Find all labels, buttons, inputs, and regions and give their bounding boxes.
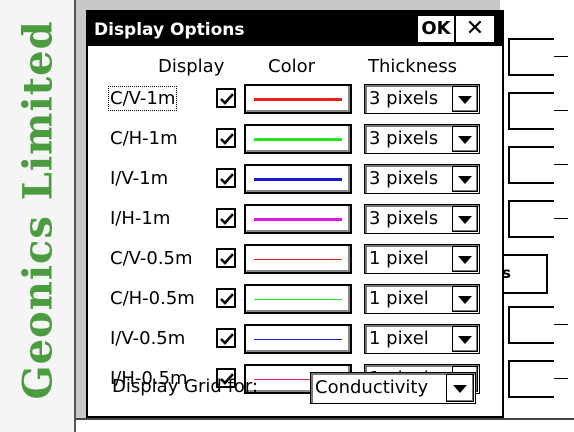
color-swatch-button[interactable]	[244, 124, 352, 154]
chevron-down-icon[interactable]	[452, 286, 478, 312]
channel-label: C/V-0.5m	[110, 248, 193, 269]
channel-row: I/V-1m 3 pixels	[88, 164, 502, 200]
thickness-select[interactable]: 3 pixels	[364, 204, 480, 234]
display-checkbox[interactable]	[216, 248, 236, 268]
thickness-select[interactable]: 1 pixel	[364, 284, 480, 314]
thickness-select[interactable]: 3 pixels	[364, 124, 480, 154]
color-line-preview	[254, 339, 342, 340]
channel-label: C/V-1m	[107, 86, 178, 111]
color-line-preview	[254, 138, 342, 141]
checkmark-icon	[220, 133, 234, 145]
thickness-value: 3 pixels	[369, 88, 439, 109]
display-checkbox[interactable]	[216, 128, 236, 148]
checkmark-icon	[220, 213, 234, 225]
close-icon[interactable]: ✕	[456, 16, 494, 42]
chevron-down-icon[interactable]	[446, 374, 474, 402]
color-swatch-button[interactable]	[244, 324, 352, 354]
color-line-preview	[254, 98, 342, 101]
checkmark-icon	[220, 293, 234, 305]
thickness-value: 3 pixels	[369, 168, 439, 189]
color-swatch-button[interactable]	[244, 244, 352, 274]
brand-logo-text: Geonics Limited	[14, 20, 62, 400]
display-grid-label: Display Grid for:	[112, 376, 259, 397]
channel-row: C/H-1m 3 pixels	[88, 124, 502, 160]
display-grid-value: Conductivity	[315, 377, 429, 398]
channel-label: I/V-1m	[110, 168, 169, 189]
background-button[interactable]	[508, 146, 568, 184]
display-checkbox[interactable]	[216, 88, 236, 108]
display-checkbox[interactable]	[216, 168, 236, 188]
color-swatch-button[interactable]	[244, 204, 352, 234]
chevron-down-icon[interactable]	[452, 326, 478, 352]
display-checkbox[interactable]	[216, 288, 236, 308]
channel-label: I/H-1m	[110, 208, 171, 229]
display-options-dialog: Display Options OK ✕ Display Color Thick…	[86, 10, 504, 418]
color-line-preview	[254, 178, 342, 181]
dialog-title: Display Options	[94, 20, 245, 40]
channel-row: C/H-0.5m 1 pixel	[88, 284, 502, 320]
color-line-preview	[254, 218, 342, 221]
chevron-down-icon[interactable]	[452, 246, 478, 272]
color-line-preview	[254, 259, 342, 260]
display-checkbox[interactable]	[216, 208, 236, 228]
thickness-value: 1 pixel	[369, 328, 429, 349]
channel-row: C/V-1m 3 pixels	[88, 84, 502, 120]
background-button[interactable]	[508, 38, 568, 76]
column-header-display: Display	[158, 56, 225, 77]
color-line-preview	[254, 299, 342, 300]
thickness-value: 1 pixel	[369, 288, 429, 309]
thickness-value: 3 pixels	[369, 128, 439, 149]
channel-row: I/H-1m 3 pixels	[88, 204, 502, 240]
ok-button[interactable]: OK	[418, 16, 454, 42]
chevron-down-icon[interactable]	[452, 126, 478, 152]
thickness-select[interactable]: 3 pixels	[364, 84, 480, 114]
thickness-value: 1 pixel	[369, 248, 429, 269]
display-grid-select[interactable]: Conductivity	[310, 372, 476, 404]
background-button[interactable]	[508, 200, 568, 238]
channel-label: I/V-0.5m	[110, 328, 186, 349]
checkmark-icon	[220, 173, 234, 185]
thickness-value: 3 pixels	[369, 208, 439, 229]
chevron-down-icon[interactable]	[452, 206, 478, 232]
checkmark-icon	[220, 333, 234, 345]
column-header-color: Color	[268, 56, 315, 77]
thickness-select[interactable]: 1 pixel	[364, 244, 480, 274]
background-button-partial[interactable]: s	[500, 254, 548, 294]
thickness-select[interactable]: 1 pixel	[364, 324, 480, 354]
channel-label: C/H-0.5m	[110, 288, 195, 309]
checkmark-icon	[220, 93, 234, 105]
brand-strip: Geonics Limited	[0, 0, 76, 432]
channel-row: I/V-0.5m 1 pixel	[88, 324, 502, 360]
background-button[interactable]	[508, 360, 568, 398]
thickness-select[interactable]: 3 pixels	[364, 164, 480, 194]
column-header-thickness: Thickness	[368, 56, 457, 77]
channel-row: C/V-0.5m 1 pixel	[88, 244, 502, 280]
background-button[interactable]	[508, 92, 568, 130]
display-checkbox[interactable]	[216, 328, 236, 348]
chevron-down-icon[interactable]	[452, 86, 478, 112]
color-swatch-button[interactable]	[244, 84, 352, 114]
dialog-titlebar: Display Options OK ✕	[88, 12, 502, 46]
background-bottom-bar	[76, 418, 574, 432]
channel-label: C/H-1m	[110, 128, 178, 149]
color-swatch-button[interactable]	[244, 164, 352, 194]
color-swatch-button[interactable]	[244, 284, 352, 314]
background-button[interactable]	[508, 306, 568, 344]
checkmark-icon	[220, 253, 234, 265]
chevron-down-icon[interactable]	[452, 166, 478, 192]
